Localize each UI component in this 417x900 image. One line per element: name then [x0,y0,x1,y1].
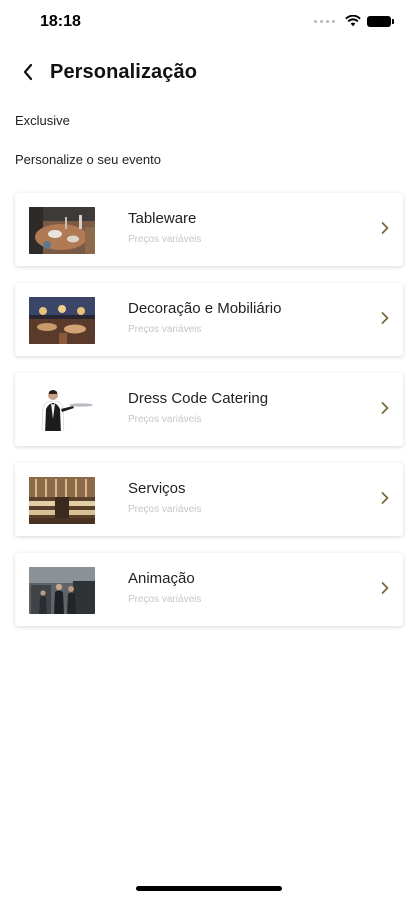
header: Personalização [0,54,417,94]
page-title: Personalização [50,61,198,83]
section-title: Personalize o seu evento [15,152,161,167]
customization-list: Tableware Preços variáveis Decoração e M… [15,193,403,643]
list-item-tableware[interactable]: Tableware Preços variáveis [15,193,403,266]
item-title: Dress Code Catering [128,390,269,407]
list-item-animacao[interactable]: Animação Preços variáveis [15,553,403,626]
signal-icon [314,19,335,23]
item-title: Decoração e Mobiliário [128,300,282,317]
item-title: Serviços [128,480,186,497]
item-subtitle: Preços variáveis [128,504,202,515]
performers-photo [29,567,95,614]
item-title: Animação [128,570,195,587]
item-subtitle: Preços variáveis [128,234,202,245]
home-indicator[interactable] [136,886,282,891]
list-item-servicos[interactable]: Serviços Preços variáveis [15,463,403,536]
item-subtitle: Preços variáveis [128,414,202,425]
brand-label: Exclusive [15,113,70,128]
item-subtitle: Preços variáveis [128,324,202,335]
status-time: 18:18 [40,13,81,30]
status-icons [314,15,394,27]
status-bar: 18:18 [0,0,417,46]
item-subtitle: Preços variáveis [128,594,202,605]
battery-icon [367,15,394,27]
back-button[interactable] [14,58,42,86]
table-setting-photo [29,207,95,254]
list-item-dress-code-catering[interactable]: Dress Code Catering Preços variáveis [15,373,403,446]
item-title: Tableware [128,210,197,227]
chevron-right-icon [381,582,389,594]
chevron-right-icon [381,222,389,234]
chevron-right-icon [381,492,389,504]
wifi-icon [345,15,361,27]
chevron-right-icon [381,312,389,324]
waiter-photo [29,387,95,434]
chevron-left-icon [23,63,33,81]
chevron-right-icon [381,402,389,414]
list-item-decoracao-mobiliario[interactable]: Decoração e Mobiliário Preços variáveis [15,283,403,356]
banquet-hall-photo [29,477,95,524]
decorated-hall-photo [29,297,95,344]
